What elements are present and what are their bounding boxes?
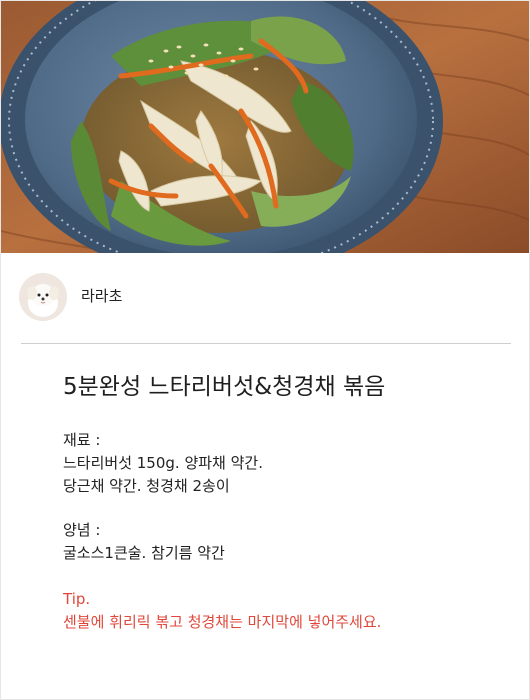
divider bbox=[21, 343, 511, 344]
tip-label: Tip. bbox=[63, 590, 91, 608]
recipe-card: 라라초 5분완성 느타리버섯&청경채 볶음 재료 : 느타리버섯 150g. 양… bbox=[0, 0, 530, 700]
tip-text: 센불에 휘리릭 볶고 청경채는 마지막에 넣어주세요. bbox=[63, 613, 382, 631]
dog-avatar-icon bbox=[19, 273, 67, 321]
author-name[interactable]: 라라초 bbox=[81, 286, 122, 306]
food-photo bbox=[1, 1, 529, 253]
recipe-title: 5분완성 느타리버섯&청경채 볶음 bbox=[63, 374, 386, 400]
ingredients-label: 재료 : bbox=[63, 431, 101, 449]
ingredients-line-2: 당근채 약간. 청경채 2송이 bbox=[63, 477, 230, 495]
food-photo-illustration bbox=[1, 1, 529, 253]
avatar[interactable] bbox=[19, 273, 67, 321]
author-row[interactable]: 라라초 bbox=[1, 253, 529, 341]
seasoning-label: 양념 : bbox=[63, 521, 101, 539]
ingredients-line-1: 느타리버섯 150g. 양파채 약간. bbox=[63, 454, 263, 472]
seasoning-line-1: 굴소스1큰술. 참기름 약간 bbox=[63, 544, 225, 562]
